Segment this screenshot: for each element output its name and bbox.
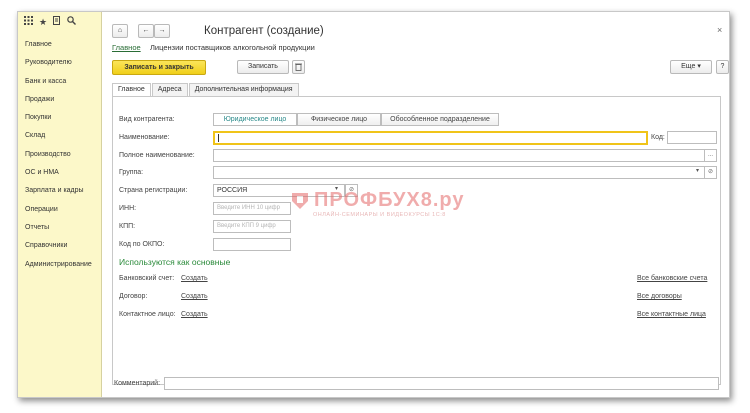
inn-label: ИНН: bbox=[119, 205, 137, 212]
fullname-select-button[interactable]: ... bbox=[704, 149, 717, 162]
group-open-button[interactable]: ⊘ bbox=[704, 166, 717, 179]
search-icon[interactable] bbox=[67, 12, 77, 32]
sidebar-item-warehouse[interactable]: Склад bbox=[18, 127, 101, 145]
sidebar-item-sales[interactable]: Продажи bbox=[18, 91, 101, 109]
page-title: Контрагент (создание) bbox=[204, 25, 324, 37]
bank-account-label: Банковский счет: bbox=[119, 275, 175, 282]
sidebar-item-payroll[interactable]: Зарплата и кадры bbox=[18, 182, 101, 200]
grid-icon[interactable] bbox=[24, 12, 33, 32]
more-label: Еще bbox=[681, 63, 696, 70]
watermark-tagline: ОНЛАЙН-СЕМИНАРЫ И ВИДЕОКУРСЫ 1С:8 bbox=[313, 212, 446, 218]
type-option-individual[interactable]: Физическое лицо bbox=[297, 113, 381, 126]
sidebar-item-bank-cash[interactable]: Банк и касса bbox=[18, 73, 101, 91]
inn-input[interactable]: Введите ИНН 10 цифр bbox=[213, 202, 291, 215]
okpo-label: Код по ОКПО: bbox=[119, 241, 165, 248]
close-icon[interactable]: × bbox=[717, 25, 722, 35]
app-window: ★ Главное Руководителю Банк и касса Прод… bbox=[17, 11, 730, 398]
arrow-right-icon: → bbox=[158, 27, 166, 34]
sidebar-item-manager[interactable]: Руководителю bbox=[18, 54, 101, 72]
okpo-input[interactable] bbox=[213, 238, 291, 251]
fullname-input[interactable] bbox=[213, 149, 705, 162]
history-icon[interactable] bbox=[53, 12, 61, 32]
sidebar-toolbar: ★ bbox=[18, 12, 101, 32]
inn-placeholder: Введите ИНН 10 цифр bbox=[217, 205, 280, 211]
contact-person-create-link[interactable]: Создать bbox=[181, 311, 208, 318]
subnav-main-link[interactable]: Главное bbox=[112, 43, 141, 52]
watermark-logo-icon bbox=[292, 192, 308, 209]
print-button[interactable] bbox=[292, 60, 305, 74]
star-icon[interactable]: ★ bbox=[39, 12, 47, 32]
watermark: ПРОФБУХ8.ру ОНЛАЙН-СЕМИНАРЫ И ВИДЕОКУРСЫ… bbox=[289, 189, 465, 218]
sidebar: ★ Главное Руководителю Банк и касса Прод… bbox=[18, 12, 102, 397]
more-button[interactable]: Еще ▾ bbox=[670, 60, 712, 74]
link-icon: ⊘ bbox=[707, 169, 714, 175]
kpp-input[interactable]: Введите КПП 9 цифр bbox=[213, 220, 291, 233]
contact-person-label: Контактное лицо: bbox=[119, 311, 176, 318]
save-button[interactable]: Записать bbox=[237, 60, 289, 74]
type-option-legal[interactable]: Юридическое лицо bbox=[213, 113, 297, 126]
arrow-left-icon: ← bbox=[142, 27, 150, 34]
home-icon: ⌂ bbox=[117, 27, 123, 34]
comment-label: Комментарий: bbox=[114, 380, 161, 387]
help-button[interactable]: ? bbox=[716, 60, 729, 74]
contract-label: Договор: bbox=[119, 293, 148, 300]
forward-button[interactable]: → bbox=[154, 24, 170, 38]
subnav-license-link[interactable]: Лицензии поставщиков алкогольной продукц… bbox=[150, 43, 315, 52]
save-and-close-button[interactable]: Записать и закрыть bbox=[112, 60, 206, 75]
watermark-brand: ПРОФБУХ8.ру bbox=[314, 189, 465, 211]
section-title: Используются как основные bbox=[119, 257, 231, 267]
chevron-down-icon[interactable]: ▾ bbox=[696, 167, 699, 174]
chevron-down-icon: ▾ bbox=[697, 63, 701, 70]
sidebar-item-operations[interactable]: Операции bbox=[18, 201, 101, 219]
type-option-branch[interactable]: Обособленное подразделение bbox=[381, 113, 499, 126]
sidebar-item-purchases[interactable]: Покупки bbox=[18, 109, 101, 127]
sidebar-item-production[interactable]: Производство bbox=[18, 146, 101, 164]
bank-account-create-link[interactable]: Создать bbox=[181, 275, 208, 282]
all-contracts-link[interactable]: Все договоры bbox=[637, 293, 682, 300]
tab-main[interactable]: Главное bbox=[112, 83, 151, 97]
sidebar-item-reports[interactable]: Отчеты bbox=[18, 219, 101, 237]
group-label: Группа: bbox=[119, 169, 144, 176]
sidebar-item-fixed-assets[interactable]: ОС и НМА bbox=[18, 164, 101, 182]
tab-addresses[interactable]: Адреса bbox=[151, 83, 188, 96]
main-area: ⌂ ← → Контрагент (создание) × Главное Ли… bbox=[102, 12, 729, 397]
home-button[interactable]: ⌂ bbox=[112, 24, 128, 38]
country-value: РОССИЯ bbox=[217, 187, 248, 194]
contract-create-link[interactable]: Создать bbox=[181, 293, 208, 300]
tab-additional-info[interactable]: Дополнительная информация bbox=[188, 83, 299, 96]
sidebar-item-administration[interactable]: Администрирование bbox=[18, 256, 101, 274]
code-label: Код: bbox=[651, 134, 665, 141]
name-label: Наименование: bbox=[119, 134, 170, 141]
comment-input[interactable] bbox=[164, 377, 719, 390]
all-contact-persons-link[interactable]: Все контактные лица bbox=[637, 311, 706, 318]
trash-icon bbox=[295, 63, 302, 71]
all-bank-accounts-link[interactable]: Все банковские счета bbox=[637, 275, 707, 282]
country-label: Страна регистрации: bbox=[119, 187, 188, 194]
form-panel: Вид контрагента: Юридическое лицо Физиче… bbox=[112, 96, 721, 385]
group-input[interactable] bbox=[213, 166, 705, 179]
sidebar-item-directories[interactable]: Справочники bbox=[18, 237, 101, 255]
kpp-placeholder: Введите КПП 9 цифр bbox=[217, 223, 276, 229]
code-input[interactable] bbox=[667, 131, 717, 144]
sidebar-menu: Главное Руководителю Банк и касса Продаж… bbox=[18, 36, 101, 274]
type-label: Вид контрагента: bbox=[119, 116, 175, 123]
tab-bar: Главное Адреса Дополнительная информация bbox=[112, 83, 300, 97]
sidebar-item-main[interactable]: Главное bbox=[18, 36, 101, 54]
fullname-label: Полное наименование: bbox=[119, 152, 195, 159]
kpp-label: КПП: bbox=[119, 223, 136, 230]
back-button[interactable]: ← bbox=[138, 24, 154, 38]
name-input[interactable] bbox=[213, 131, 648, 145]
